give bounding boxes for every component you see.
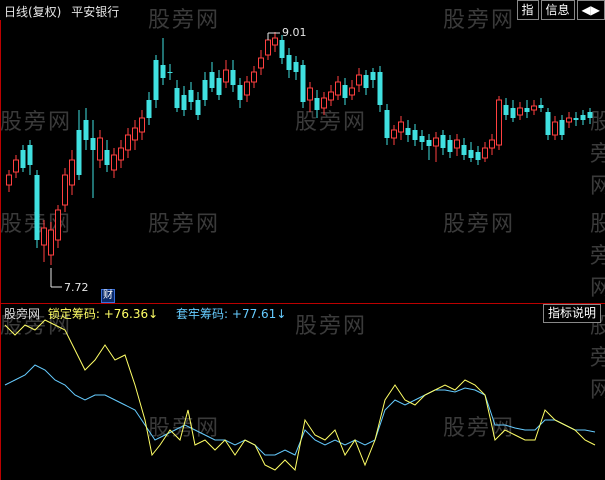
low-price-label: 7.72 bbox=[64, 281, 89, 294]
trap-arrow-icon: ↓ bbox=[276, 307, 287, 321]
period-label[interactable]: 日线(复权) bbox=[4, 5, 61, 19]
indicator-toggle-button[interactable]: 指 bbox=[516, 0, 539, 20]
high-price-label: 9.01 bbox=[282, 26, 307, 39]
lock-arrow-icon: ↓ bbox=[148, 307, 159, 321]
navigate-arrows-button[interactable]: ◀▶ bbox=[576, 0, 605, 20]
indicator-name: 股旁网 bbox=[4, 307, 41, 321]
lock-chips-value: +76.36 bbox=[103, 307, 149, 321]
top-toolbar: 指 信息 ◀▶ bbox=[515, 0, 605, 20]
trapped-chips-value: +77.61 bbox=[231, 307, 277, 321]
info-button[interactable]: 信息 bbox=[540, 0, 575, 20]
chart-title: 日线(复权) 平安银行 bbox=[4, 3, 119, 20]
financial-report-marker[interactable]: 财 bbox=[101, 289, 115, 303]
indicator-help-button[interactable]: 指标说明 bbox=[542, 304, 601, 323]
lock-chips-label: 锁定筹码: bbox=[47, 307, 100, 321]
stock-name: 平安银行 bbox=[71, 5, 120, 19]
lock-chips-readout: 锁定筹码: +76.36↓ bbox=[48, 307, 158, 321]
indicator-header: 股旁网 锁定筹码: +76.36↓ 套牢筹码: +77.61↓ bbox=[4, 305, 286, 322]
main-chart-frame bbox=[0, 20, 604, 303]
trapped-chips-readout: 套牢筹码: +77.61↓ bbox=[176, 307, 286, 321]
trapped-chips-label: 套牢筹码: bbox=[176, 307, 229, 321]
indicator-panel-frame bbox=[0, 303, 605, 480]
